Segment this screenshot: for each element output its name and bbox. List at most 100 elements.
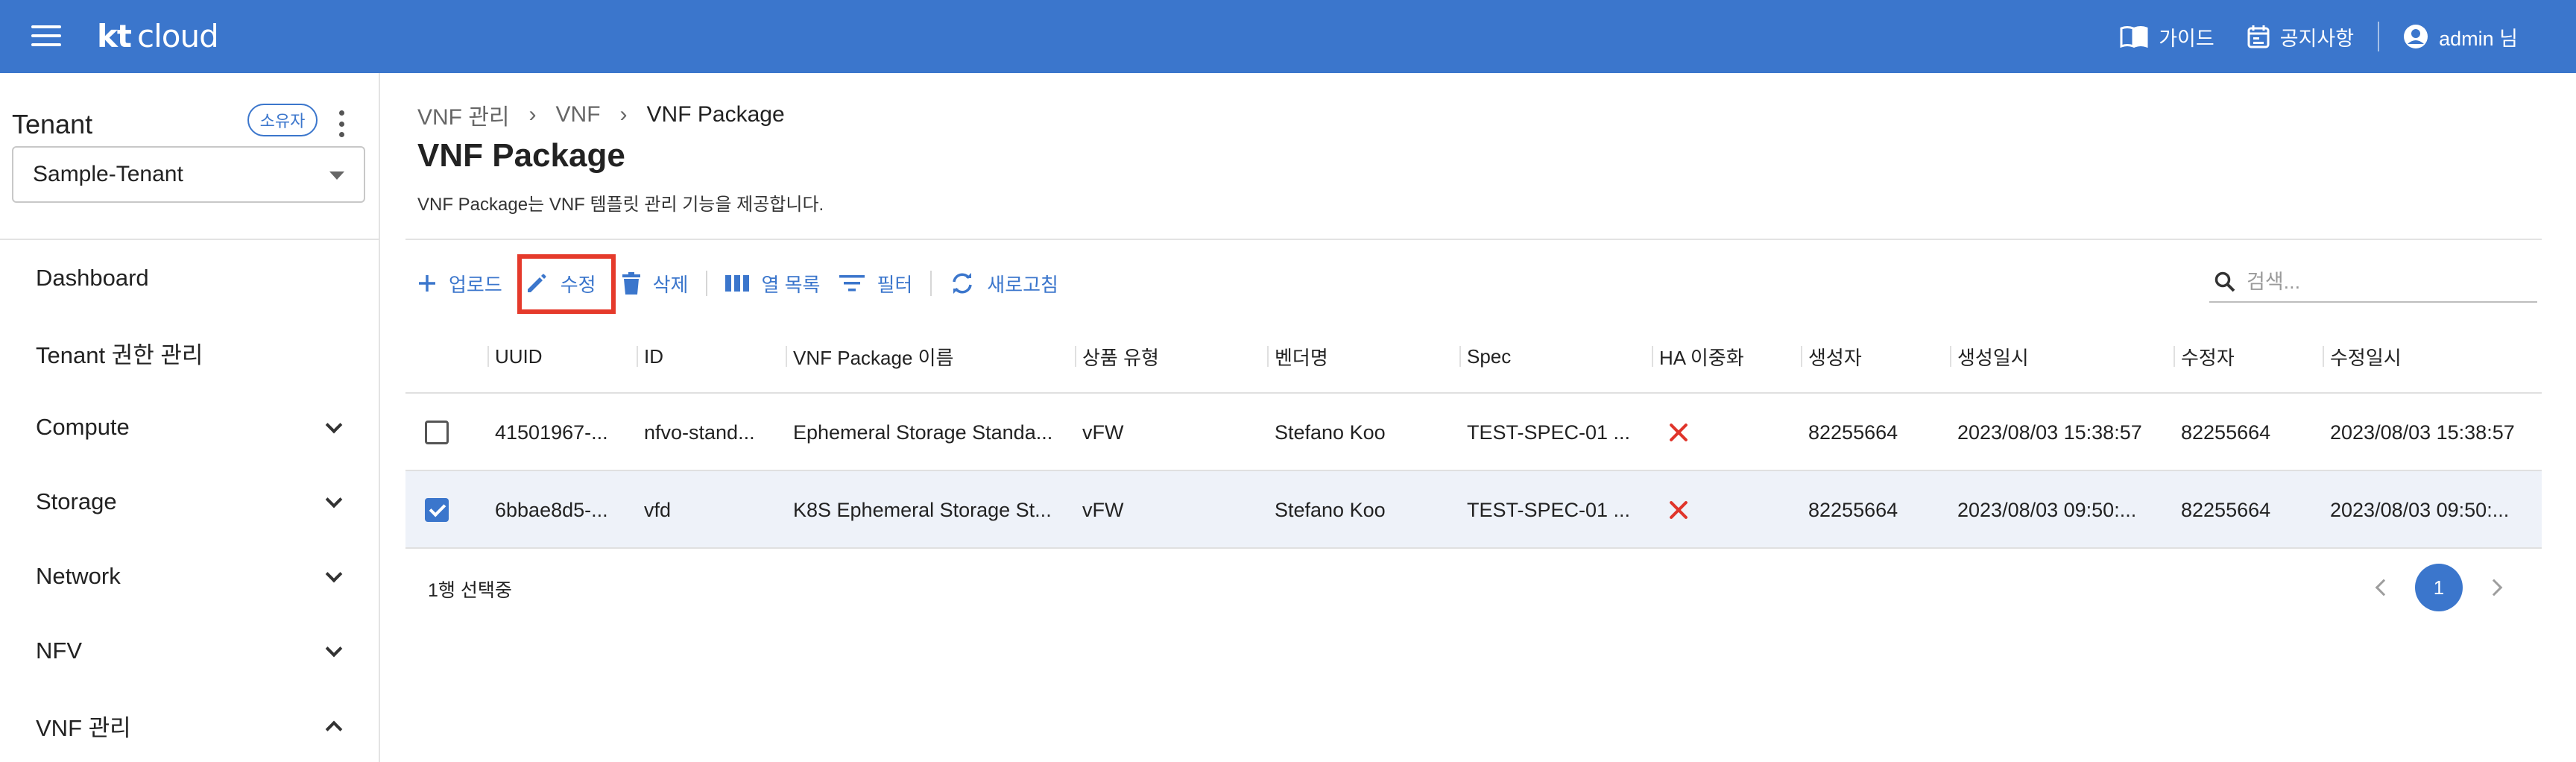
column-header-vendor[interactable]: 벤더명	[1267, 319, 1328, 394]
sidebar-item-nfv[interactable]: NFV	[0, 617, 379, 684]
chevron-right-icon: ›	[528, 102, 537, 127]
sidebar-item-label: Dashboard	[36, 265, 149, 291]
divider	[2378, 22, 2380, 51]
sidebar-item-storage[interactable]: Storage	[0, 468, 379, 535]
top-bar: kt cloud 가이드 공지사항 admin 님	[0, 0, 2576, 73]
cell-modified: 2023/08/03 15:38:57	[2330, 421, 2515, 444]
cell-vendor: Stefano Koo	[1275, 421, 1386, 444]
filter-button[interactable]: 필터	[839, 261, 912, 306]
chevron-down-icon	[325, 565, 343, 583]
search-icon	[2214, 271, 2235, 292]
cell-ha	[1668, 394, 1689, 471]
column-header-created[interactable]: 생성일시	[1950, 319, 2029, 394]
page-title: VNF Package	[417, 137, 625, 174]
sidebar-item-tenant-permission[interactable]: Tenant 권한 관리	[0, 319, 379, 386]
column-header-package-name[interactable]: VNF Package 이름	[786, 319, 953, 394]
row-checkbox[interactable]	[425, 421, 449, 444]
column-header-id[interactable]: ID	[637, 319, 663, 394]
chevron-up-icon	[325, 720, 343, 738]
owner-badge: 소유자	[247, 104, 318, 136]
pencil-icon	[527, 274, 546, 292]
sidebar-item-label: VNF 관리	[36, 714, 131, 741]
cell-uuid: 41501967-...	[495, 421, 608, 444]
sidebar-item-label: NFV	[36, 637, 82, 664]
filter-label: 필터	[877, 273, 913, 296]
upload-button[interactable]: 업로드	[417, 261, 502, 306]
menu-icon[interactable]	[31, 25, 61, 48]
refresh-label: 새로고침	[987, 273, 1058, 296]
book-icon	[2120, 26, 2148, 48]
refresh-button[interactable]: 새로고침	[950, 261, 1058, 306]
upload-label: 업로드	[449, 273, 502, 296]
cell-product-type: vFW	[1082, 498, 1124, 521]
account-icon	[2404, 25, 2428, 48]
breadcrumb-item-vnf[interactable]: VNF	[556, 102, 601, 127]
guide-link[interactable]: 가이드	[2103, 22, 2231, 51]
calendar-icon	[2247, 25, 2270, 48]
more-vert-icon[interactable]	[332, 109, 350, 139]
columns-label: 열 목록	[761, 273, 821, 296]
sidebar-item-label: Tenant 권한 관리	[36, 341, 203, 368]
sidebar-item-label: Storage	[36, 488, 117, 514]
cell-package-name: K8S Ephemeral Storage St...	[793, 498, 1052, 521]
toolbar: 업로드 수정 삭제 열 목록 필터 새로고침	[417, 261, 1058, 306]
page-button-current[interactable]: 1	[2415, 564, 2463, 611]
user-menu[interactable]: admin 님	[2387, 22, 2534, 51]
column-header-uuid[interactable]: UUID	[487, 319, 543, 394]
page-description: VNF Package는 VNF 템플릿 관리 기능을 제공합니다.	[417, 195, 824, 215]
logo-cloud: cloud	[137, 18, 219, 54]
edit-button[interactable]: 수정	[525, 261, 596, 306]
notice-label: 공지사항	[2279, 27, 2355, 50]
vnf-package-table: UUID ID VNF Package 이름 상품 유형 벤더명 Spec HA…	[405, 319, 2542, 549]
chevron-down-icon	[325, 491, 343, 508]
edit-label: 수정	[560, 273, 596, 296]
dropdown-caret-icon	[329, 171, 344, 180]
chevron-down-icon	[325, 416, 343, 434]
chevron-right-icon: ›	[619, 102, 628, 127]
sidebar-item-vnf-management[interactable]: VNF 관리	[0, 692, 379, 759]
column-header-creator[interactable]: 생성자	[1801, 319, 1862, 394]
cell-modifier: 82255664	[2181, 421, 2271, 444]
cell-creator: 82255664	[1808, 421, 1898, 444]
chevron-left-icon[interactable]	[2375, 579, 2393, 596]
cell-id: nfvo-stand...	[644, 421, 755, 444]
sidebar-item-dashboard[interactable]: Dashboard	[0, 245, 379, 312]
delete-label: 삭제	[652, 273, 689, 296]
column-header-modified[interactable]: 수정일시	[2323, 319, 2402, 394]
table-row[interactable]: 6bbae8d5-... vfd K8S Ephemeral Storage S…	[405, 471, 2542, 549]
row-checkbox[interactable]	[425, 498, 449, 522]
column-header-ha[interactable]: HA 이중화	[1652, 319, 1744, 394]
breadcrumb: VNF 관리 › VNF › VNF Package	[417, 98, 785, 131]
column-header-modifier[interactable]: 수정자	[2174, 319, 2235, 394]
breadcrumb-item-vnf-management[interactable]: VNF 관리	[417, 98, 510, 131]
header-divider	[405, 239, 2542, 240]
search-input[interactable]	[2247, 270, 2515, 294]
sidebar-item-network[interactable]: Network	[0, 543, 379, 610]
cell-package-name: Ephemeral Storage Standa...	[793, 421, 1053, 444]
cell-product-type: vFW	[1082, 421, 1124, 444]
trash-icon	[622, 272, 640, 295]
logo-kt: kt	[97, 18, 132, 54]
tenant-title: Tenant	[12, 109, 93, 139]
notice-link[interactable]: 공지사항	[2231, 22, 2370, 51]
tenant-select[interactable]: Sample-Tenant	[12, 146, 365, 203]
sidebar-item-label: Network	[36, 563, 121, 589]
table-row[interactable]: 41501967-... nfvo-stand... Ephemeral Sto…	[405, 394, 2542, 471]
sidebar-divider	[0, 239, 379, 240]
cell-spec: TEST-SPEC-01 ...	[1467, 421, 1631, 444]
column-header-spec[interactable]: Spec	[1459, 319, 1511, 394]
cell-modified: 2023/08/03 09:50:...	[2330, 498, 2510, 521]
plus-icon	[419, 275, 435, 292]
columns-button[interactable]: 열 목록	[725, 261, 820, 306]
chevron-right-icon[interactable]	[2485, 579, 2503, 596]
cell-vendor: Stefano Koo	[1275, 498, 1386, 521]
search-field[interactable]	[2209, 262, 2537, 303]
column-header-product-type[interactable]: 상품 유형	[1075, 319, 1159, 394]
delete-button[interactable]: 삭제	[622, 261, 689, 306]
sidebar-item-label: Compute	[36, 414, 130, 440]
cell-created: 2023/08/03 15:38:57	[1957, 421, 2142, 444]
cell-created: 2023/08/03 09:50:...	[1957, 498, 2137, 521]
toolbar-divider	[930, 271, 932, 296]
logo[interactable]: kt cloud	[97, 18, 219, 54]
sidebar-item-compute[interactable]: Compute	[0, 394, 379, 461]
